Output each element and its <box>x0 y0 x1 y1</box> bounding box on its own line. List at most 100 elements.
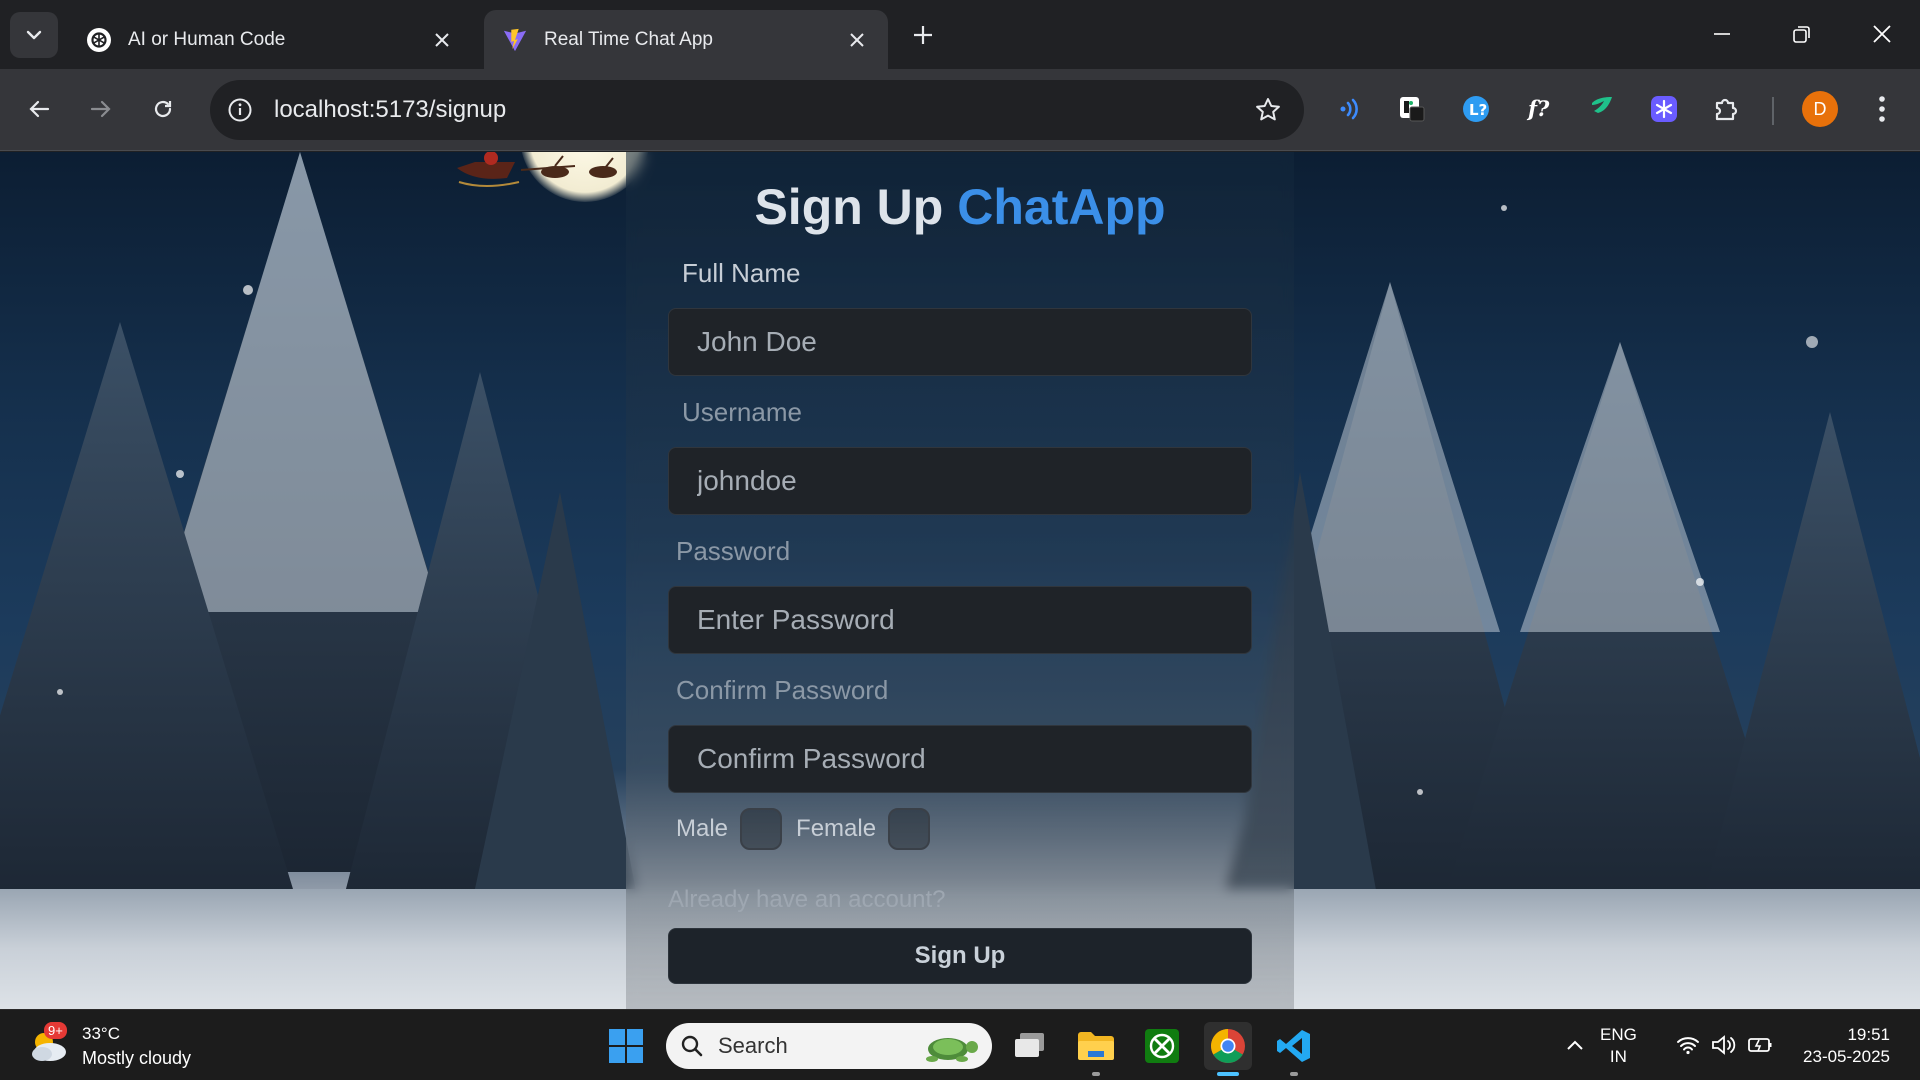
tab-ai-or-human[interactable]: AI or Human Code <box>68 10 473 69</box>
weather-badge: 9+ <box>44 1022 67 1039</box>
battery-icon[interactable] <box>1744 1022 1776 1068</box>
plus-icon <box>914 26 932 44</box>
file-explorer-button[interactable] <box>1072 1022 1120 1076</box>
fullname-input[interactable] <box>668 308 1252 376</box>
username-label: Username <box>682 397 802 427</box>
tab-strip: AI or Human Code Real Time Chat App <box>0 0 1920 69</box>
puzzle-extensions-icon[interactable] <box>1706 89 1746 129</box>
brand-name: ChatApp <box>957 179 1166 235</box>
feather-icon[interactable] <box>1580 89 1620 129</box>
username-input[interactable] <box>668 447 1252 515</box>
clock-date: 23-05-2025 <box>1803 1047 1890 1066</box>
fullname-label: Full Name <box>682 258 801 288</box>
turtle-icon <box>926 1038 978 1062</box>
l-question-icon[interactable]: L? <box>1456 89 1496 129</box>
new-tab-button[interactable] <box>908 20 938 50</box>
weather-widget[interactable]: 9+ 33°C Mostly cloudy <box>26 1022 191 1070</box>
confirm-password-label: Confirm Password <box>676 675 889 705</box>
gender-selector: Male Female <box>676 808 944 850</box>
tab-search-button[interactable] <box>10 12 58 58</box>
page-viewport: Sign Up ChatApp Full Name Username Passw… <box>0 152 1920 1009</box>
task-view-button[interactable] <box>1006 1022 1054 1070</box>
restore-icon <box>1793 26 1810 43</box>
profile-avatar[interactable]: D <box>1802 91 1838 127</box>
clock-time: 19:51 <box>1847 1025 1890 1044</box>
page-title-prefix: Sign Up <box>754 179 944 235</box>
start-button[interactable] <box>602 1022 650 1070</box>
windows-logo-icon <box>609 1029 643 1063</box>
close-tab-icon[interactable] <box>429 27 455 53</box>
login-link[interactable]: Already have an account? <box>668 886 946 914</box>
close-window-button[interactable] <box>1860 14 1904 54</box>
cloudy-weather-icon: 9+ <box>26 1022 70 1068</box>
taskbar-search-box[interactable]: Search <box>666 1023 992 1069</box>
tab-title: AI or Human Code <box>128 28 286 50</box>
openai-icon <box>86 27 112 53</box>
language-indicator[interactable]: ENG IN <box>1600 1024 1637 1068</box>
language-code: ENG <box>1600 1025 1637 1044</box>
vite-icon <box>502 27 528 53</box>
page-title: Sign Up ChatApp <box>626 178 1294 236</box>
vscode-icon <box>1277 1030 1310 1062</box>
weather-text: 33°C Mostly cloudy <box>82 1022 191 1070</box>
more-vert-icon <box>1879 96 1885 122</box>
signup-button[interactable]: Sign Up <box>668 928 1252 984</box>
running-indicator <box>1290 1072 1298 1076</box>
password-input[interactable] <box>668 586 1252 654</box>
restore-button[interactable] <box>1780 14 1824 54</box>
female-checkbox[interactable] <box>888 808 931 850</box>
weather-condition: Mostly cloudy <box>82 1048 192 1068</box>
chrome-taskbar-button[interactable] <box>1204 1022 1252 1076</box>
signup-card: Sign Up ChatApp Full Name Username Passw… <box>626 152 1294 1009</box>
back-button[interactable] <box>18 88 60 130</box>
f-question-icon[interactable]: f? <box>1520 89 1560 129</box>
password-label: Password <box>676 536 791 566</box>
browser-menu-button[interactable] <box>1864 89 1900 129</box>
close-icon <box>1873 25 1891 43</box>
vscode-taskbar-button[interactable] <box>1270 1022 1318 1076</box>
address-bar[interactable]: localhost:5173/signup <box>210 80 1304 140</box>
forward-button[interactable] <box>80 88 122 130</box>
running-indicator <box>1092 1072 1100 1076</box>
male-checkbox[interactable] <box>740 808 783 850</box>
site-info-icon[interactable] <box>224 94 256 126</box>
search-icon <box>681 1035 703 1057</box>
notion-clipper-icon[interactable] <box>1392 89 1432 129</box>
chrome-icon <box>1211 1029 1245 1063</box>
minimize-icon <box>1714 33 1730 35</box>
folder-icon <box>1078 1032 1114 1060</box>
male-label: Male <box>676 815 729 842</box>
snowflake-extension-icon[interactable] <box>1644 89 1684 129</box>
bookmark-star-icon[interactable] <box>1252 94 1284 126</box>
taskbar-search-label: Search <box>718 1033 788 1058</box>
confirm-password-input[interactable] <box>668 725 1252 793</box>
toolbar-divider <box>1772 97 1774 125</box>
wifi-icon[interactable] <box>1672 1022 1704 1068</box>
url-text[interactable]: localhost:5173/signup <box>274 96 506 124</box>
svg-text:f?: f? <box>1526 96 1550 121</box>
show-hidden-icons-button[interactable] <box>1560 1022 1590 1068</box>
windows-taskbar: 9+ 33°C Mostly cloudy Search ENG IN 19:5… <box>0 1009 1920 1080</box>
xbox-icon <box>1145 1029 1179 1063</box>
wave-extension-icon[interactable] <box>1330 89 1370 129</box>
female-label: Female <box>796 815 877 842</box>
reload-button[interactable] <box>142 88 184 130</box>
chevron-down-icon <box>26 30 42 40</box>
chevron-up-icon <box>1567 1040 1583 1050</box>
browser-toolbar: localhost:5173/signup L? f? D <box>0 69 1920 151</box>
tab-real-time-chat[interactable]: Real Time Chat App <box>484 10 888 69</box>
arrow-right-icon <box>90 100 111 118</box>
region-code: IN <box>1609 1047 1627 1066</box>
xbox-app-button[interactable] <box>1138 1022 1186 1070</box>
system-clock[interactable]: 19:51 23-05-2025 <box>1790 1024 1890 1068</box>
active-indicator <box>1217 1072 1239 1076</box>
volume-icon[interactable] <box>1708 1022 1740 1068</box>
reload-icon <box>154 100 172 118</box>
task-view-icon <box>1015 1033 1044 1057</box>
temperature: 33°C <box>82 1024 120 1043</box>
svg-text:L?: L? <box>1469 101 1487 119</box>
arrow-left-icon <box>29 100 50 118</box>
minimize-button[interactable] <box>1700 14 1744 54</box>
tab-title: Real Time Chat App <box>544 28 713 50</box>
close-tab-icon[interactable] <box>844 27 870 53</box>
